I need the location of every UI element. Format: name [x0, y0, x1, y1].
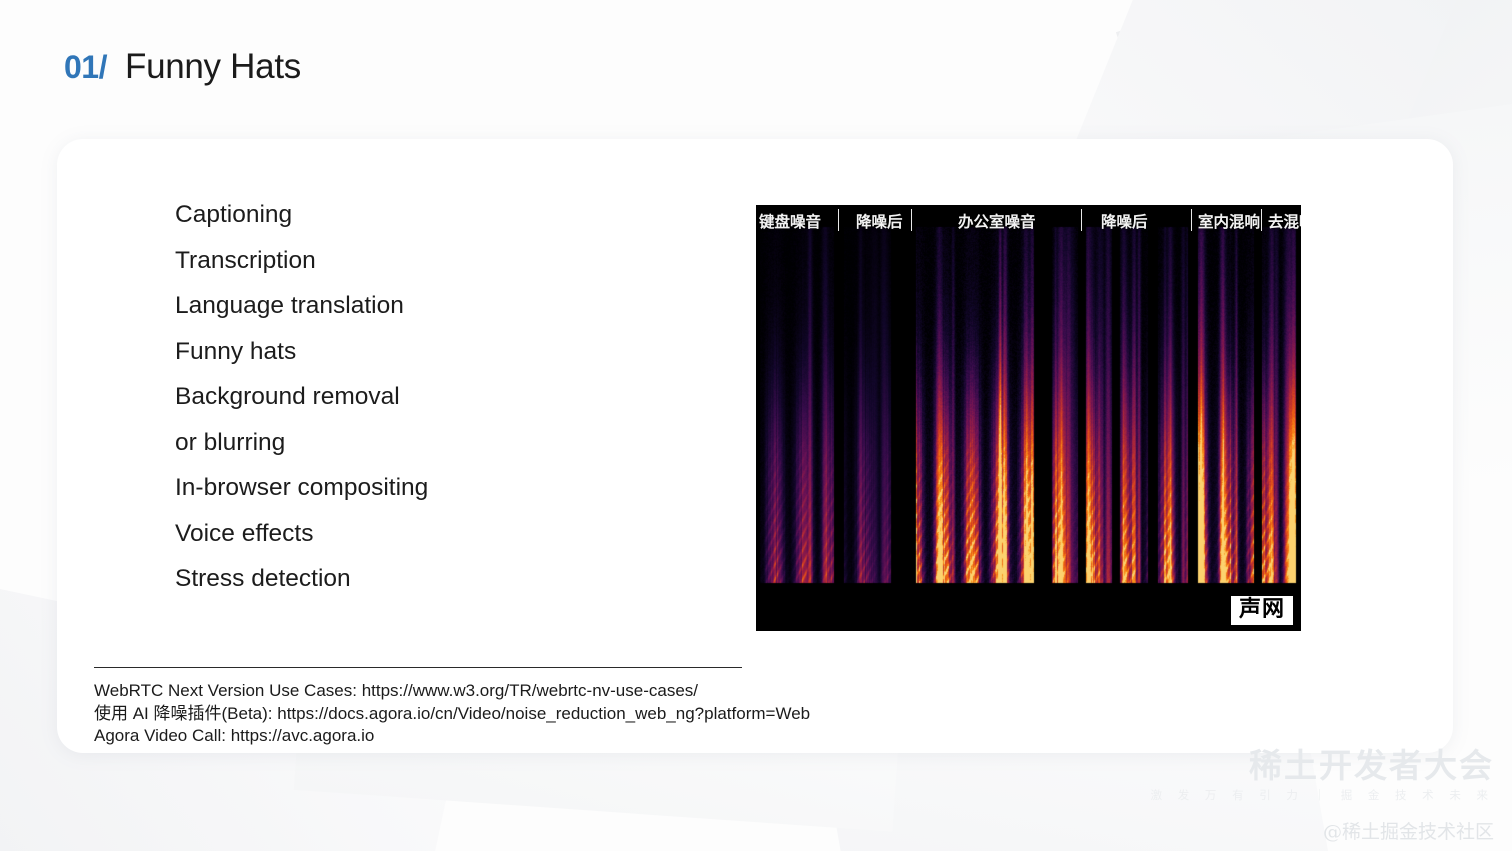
- list-item-label: Stress detection: [175, 565, 351, 592]
- bullet-dot-icon: [117, 338, 175, 355]
- footnote-line: WebRTC Next Version Use Cases: https://w…: [94, 681, 699, 700]
- footnote-lines: WebRTC Next Version Use Cases: https://w…: [94, 680, 1014, 748]
- list-item-label: Background removal: [175, 383, 400, 410]
- list-item: Transcription: [117, 247, 717, 293]
- list-item: Funny hats: [117, 338, 717, 384]
- spectrogram-canvas: [756, 205, 1301, 631]
- footnote-block: WebRTC Next Version Use Cases: https://w…: [94, 667, 1014, 748]
- community-handle: @稀土掘金技术社区: [1322, 821, 1494, 843]
- title-number: 01/: [64, 49, 107, 85]
- list-item: or blurring: [117, 429, 717, 475]
- list-item-label: In-browser compositing: [175, 474, 429, 501]
- footnote-line: Agora Video Call: https://avc.agora.io: [94, 726, 375, 745]
- bullet-dot-icon: [117, 565, 175, 582]
- conference-watermark: 稀土开发者大会 激 发 万 有 引 力 ｜ 掘 金 技 术 未 来: [1151, 749, 1494, 803]
- bullet-dot-icon: [117, 429, 175, 446]
- conference-watermark-title: 稀土开发者大会: [1249, 746, 1494, 786]
- agora-watermark: 声网: [1230, 596, 1293, 625]
- footnote-line: 使用 AI 降噪插件(Beta): https://docs.agora.io/…: [94, 703, 811, 723]
- bullet-dot-icon: [117, 247, 175, 264]
- list-item: Background removal: [117, 383, 717, 429]
- spectrogram-image: [756, 205, 1301, 631]
- bullet-dot-icon: [117, 201, 175, 218]
- spectrogram-figure: 键盘噪音降噪后办公室噪音降噪后室内混响去混响 声网: [756, 205, 1301, 631]
- list-item-label: Captioning: [175, 201, 293, 228]
- page-title: 01/ Funny Hats: [64, 47, 301, 87]
- list-item: Stress detection: [117, 565, 717, 611]
- list-item: Captioning: [117, 201, 717, 247]
- list-item-label: Voice effects: [175, 519, 314, 547]
- bullet-dot-icon: [117, 520, 175, 537]
- conference-watermark-subtitle: 激 发 万 有 引 力 ｜ 掘 金 技 术 未 来: [1150, 788, 1494, 802]
- list-item: In-browser compositing: [117, 474, 717, 520]
- list-item-label: Language translation: [175, 292, 404, 319]
- title-text: Funny Hats: [124, 47, 301, 86]
- list-item: Voice effects: [117, 520, 717, 566]
- footnote-divider: [94, 667, 742, 668]
- bullet-dot-icon: [117, 383, 175, 400]
- list-item: Language translation: [117, 292, 717, 338]
- list-item-label: Funny hats: [175, 337, 297, 365]
- bullet-dot-icon: [117, 292, 175, 309]
- content-card: Captioning Transcription Language translat…: [57, 139, 1453, 753]
- list-item-label: or blurring: [175, 428, 286, 456]
- feature-bullet-list: Captioning Transcription Language translat…: [117, 201, 717, 611]
- bullet-dot-icon: [117, 474, 175, 491]
- list-item-label: Transcription: [175, 246, 316, 274]
